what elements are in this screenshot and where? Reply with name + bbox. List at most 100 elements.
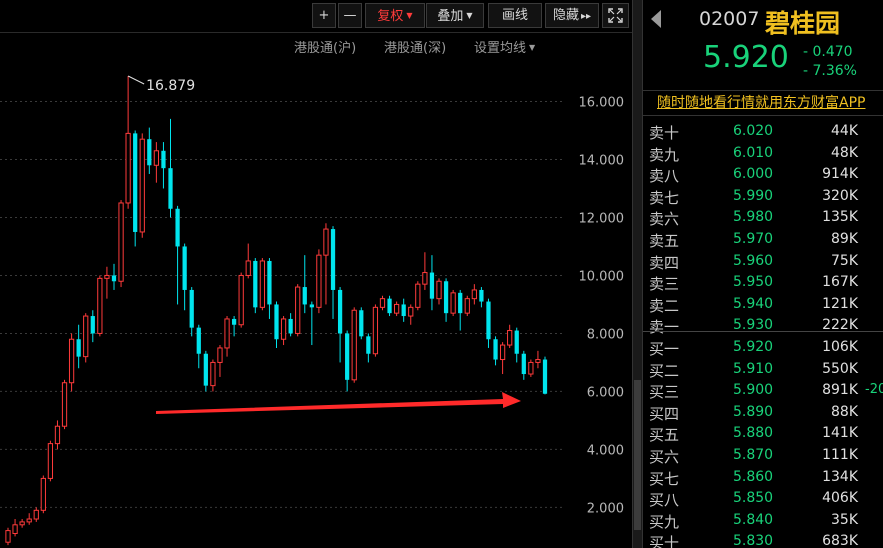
candle-down [231,318,237,325]
candle-up [224,318,230,349]
bid-row[interactable]: 买八 5.850 406K [643,488,883,509]
y-tick-label: 10.000 [579,269,625,284]
candle-down [493,339,498,360]
order-volume: 89K [831,231,858,247]
order-level-label: 买三 [649,383,680,402]
order-volume: 111K [822,447,858,463]
candle-down [189,289,194,328]
candle-up [379,298,386,308]
ask-row[interactable]: 卖六 5.980 135K [643,207,883,228]
candles [5,76,548,546]
candle-up [5,530,11,543]
bid-row[interactable]: 买二 5.910 550K [643,359,883,380]
bid-row[interactable]: 买一 5.920 106K [643,337,883,358]
candle-up [54,425,61,445]
candle-up [12,524,18,535]
candle-down [253,260,258,308]
ask-row[interactable]: 卖七 5.990 320K [643,186,883,207]
order-volume: 88K [831,403,858,420]
y-tick-label: 8.000 [587,327,624,342]
order-volume-change: -20 [865,382,883,398]
bid-row[interactable]: 买五 5.880 141K [643,423,883,444]
order-level-label: 卖二 [649,296,680,315]
candlestick-chart[interactable]: 16.000 14.000 12.000 10.000 8.000 6.000 4.000 2… [0,58,632,548]
candle-up [499,344,506,361]
bid-row[interactable]: 买三 5.900 891K -20 [643,380,883,401]
order-level-label: 卖八 [649,167,680,186]
order-book-divider [643,331,883,332]
order-price: 5.990 [733,187,774,204]
hide-button[interactable]: 隐藏 ▸▸ [545,3,599,28]
order-price: 6.000 [733,166,774,183]
zoom-in-button[interactable]: + [312,3,336,28]
price-change: - 0.470 [803,44,853,60]
fuquan-dropdown[interactable]: 复权 ▼ [365,3,425,28]
ma-settings-dropdown[interactable]: 设置均线 ▼ [474,37,535,56]
fullscreen-button[interactable] [602,3,629,28]
ask-row[interactable]: 卖八 6.000 914K [643,164,883,185]
overlay-dropdown[interactable]: 叠加 ▼ [426,3,484,28]
bid-row[interactable]: 买七 5.860 134K [643,467,883,488]
hk-connect-sh-link[interactable]: 港股通(沪) [294,37,356,56]
candle-down [429,272,435,299]
ask-row[interactable]: 卖二 5.940 121K [643,294,883,315]
ask-row[interactable]: 卖五 5.970 89K [643,229,883,250]
vertical-scrollbar[interactable] [632,0,642,548]
candle-down [443,281,449,314]
hk-connect-sz-link[interactable]: 港股通(深) [384,37,446,56]
zoom-out-button[interactable]: — [338,3,362,28]
candle-up [68,338,75,384]
ask-row[interactable]: 卖三 5.950 167K [643,272,883,293]
order-level-label: 卖九 [649,145,680,164]
candle-up [33,509,39,520]
order-volume: 141K [822,425,858,442]
candle-up [47,443,54,479]
order-level-label: 卖四 [649,253,680,272]
candle-up [422,272,428,285]
order-volume: 914K [822,166,858,183]
candle-down [203,353,208,386]
red-arrow-annotation [156,392,521,414]
y-tick-label: 4.000 [587,443,624,458]
scrollbar-thumb[interactable] [634,380,641,530]
order-volume: 320K [822,187,858,204]
order-volume: 167K [822,274,858,291]
candle-up [351,309,357,381]
bid-row[interactable]: 买四 5.890 88K [643,402,883,423]
candle-down [366,336,371,354]
candle-down [147,139,152,166]
candle-down [387,298,392,314]
order-volume: 106K [822,339,858,355]
bid-row[interactable]: 买六 5.870 111K [643,445,883,466]
overlay-label: 叠加 [437,9,464,24]
draw-line-button[interactable]: 画线 [488,3,542,28]
candle-down [302,287,307,305]
candle-up [471,289,477,300]
candle-down [486,301,491,340]
ask-row[interactable]: 卖四 5.960 75K [643,251,883,272]
y-axis-labels: 16.000 14.000 12.000 10.000 8.000 6.000 4.000 2… [579,95,625,516]
quote-panel: 02007 碧桂园 5.920 - 0.470 - 7.36% 随时随地看行情就… [642,0,883,548]
y-tick-label: 14.000 [579,153,625,168]
candle-down [133,133,138,232]
bid-row[interactable]: 买十 5.830 683K [643,531,883,548]
candle-down [196,327,201,354]
back-arrow-icon[interactable] [651,10,661,28]
ask-row[interactable]: 卖十 6.020 44K [643,121,883,142]
last-price: 5.920 [703,40,789,75]
candle-down [90,316,95,334]
order-volume: 44K [831,123,858,139]
promo-link[interactable]: 随时随地看行情就用东方财富APP [643,90,883,116]
candle-up [83,315,89,358]
candle-down [514,330,519,354]
order-level-label: 买二 [649,361,680,380]
candle-up [535,359,541,363]
ask-row[interactable]: 卖一 5.930 222K [643,315,883,336]
candle-up [238,274,244,326]
ask-row[interactable]: 卖九 6.010 48K [643,143,883,164]
candle-down [359,310,364,337]
bid-row[interactable]: 买九 5.840 35K [643,510,883,531]
red-arrow-icon [156,392,521,414]
candle-down [309,304,314,308]
order-volume: 406K [822,490,858,507]
